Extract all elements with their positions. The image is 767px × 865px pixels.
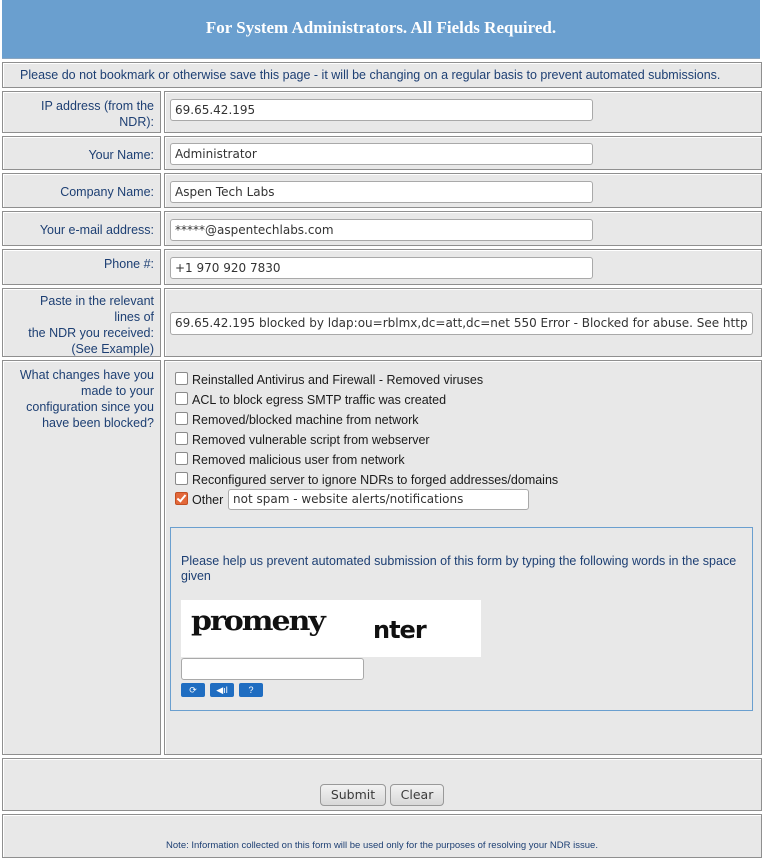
ndr-cell: 69.65.42.195 blocked by ldap:ou=rblmx,dc… [164, 288, 762, 357]
option-label: Reinstalled Antivirus and Firewall - Rem… [192, 373, 484, 387]
change-option[interactable]: Reinstalled Antivirus and Firewall - Rem… [175, 371, 483, 389]
audio-icon[interactable]: ◀ıl [210, 683, 234, 697]
checkbox[interactable] [175, 372, 188, 385]
checkbox[interactable] [175, 432, 188, 445]
help-icon[interactable]: ? [239, 683, 263, 697]
ndr-input[interactable]: 69.65.42.195 blocked by ldap:ou=rblmx,dc… [170, 312, 753, 335]
option-label: Removed vulnerable script from webserver [192, 433, 430, 447]
captcha-word: promeny [191, 605, 326, 638]
actions-row: Submit Clear [2, 758, 762, 811]
checkbox[interactable] [175, 452, 188, 465]
page-title: For System Administrators. All Fields Re… [2, 0, 760, 59]
captcha-image: promeny nter [181, 600, 481, 657]
company-cell: Aspen Tech Labs [164, 173, 762, 208]
bookmark-notice: Please do not bookmark or otherwise save… [2, 62, 762, 88]
option-label: Reconfigured server to ignore NDRs to fo… [192, 473, 559, 487]
phone-label: Phone #: [2, 249, 161, 285]
ndr-label: Paste in the relevant lines of the NDR y… [2, 288, 161, 357]
checkbox[interactable] [175, 392, 188, 405]
company-label: Company Name: [2, 173, 161, 208]
email-label: Your e-mail address: [2, 211, 161, 246]
ndr-label-line: lines of [114, 310, 154, 324]
change-option[interactable]: Removed/blocked machine from network [175, 411, 419, 429]
change-option[interactable]: Removed vulnerable script from webserver [175, 431, 430, 449]
email-cell: *****@aspentechlabs.com [164, 211, 762, 246]
name-cell: Administrator [164, 136, 762, 170]
footer-note: Note: Information collected on this form… [2, 814, 762, 858]
name-label: Your Name: [2, 136, 161, 170]
change-option[interactable]: ACL to block egress SMTP traffic was cre… [175, 391, 446, 409]
ip-cell: 69.65.42.195 [164, 91, 762, 133]
option-label: Removed/blocked machine from network [192, 413, 419, 427]
captcha-word: nter [373, 616, 427, 644]
ndr-label-line: (See Example) [71, 342, 154, 356]
phone-input[interactable]: +1 970 920 7830 [170, 257, 593, 279]
change-option-other[interactable]: Other [175, 491, 223, 509]
submit-button[interactable]: Submit [320, 784, 386, 806]
checkbox[interactable] [175, 472, 188, 485]
ndr-label-line: Paste in the relevant [40, 294, 154, 308]
changes-label: What changes have you made to your confi… [2, 360, 161, 755]
checkbox[interactable] [175, 412, 188, 425]
change-option[interactable]: Reconfigured server to ignore NDRs to fo… [175, 471, 558, 489]
other-input[interactable]: not spam - website alerts/notifications [228, 489, 529, 510]
company-input[interactable]: Aspen Tech Labs [170, 181, 593, 203]
option-label: Other [192, 493, 224, 507]
clear-button[interactable]: Clear [390, 784, 444, 806]
phone-cell: +1 970 920 7830 [164, 249, 762, 285]
changes-cell: Reinstalled Antivirus and Firewall - Rem… [164, 360, 762, 755]
captcha-panel: Please help us prevent automated submiss… [170, 527, 753, 711]
ip-input[interactable]: 69.65.42.195 [170, 99, 593, 121]
ndr-label-line: the NDR you received: [28, 326, 154, 340]
email-input[interactable]: *****@aspentechlabs.com [170, 219, 593, 241]
name-input[interactable]: Administrator [170, 143, 593, 165]
change-option[interactable]: Removed malicious user from network [175, 451, 405, 469]
option-label: Removed malicious user from network [192, 453, 405, 467]
captcha-input[interactable] [181, 658, 364, 680]
refresh-icon[interactable]: ⟳ [181, 683, 205, 697]
checkbox-checked[interactable] [175, 492, 188, 505]
ip-label: IP address (from the NDR): [2, 91, 161, 133]
captcha-instructions: Please help us prevent automated submiss… [181, 554, 737, 583]
option-label: ACL to block egress SMTP traffic was cre… [192, 393, 447, 407]
